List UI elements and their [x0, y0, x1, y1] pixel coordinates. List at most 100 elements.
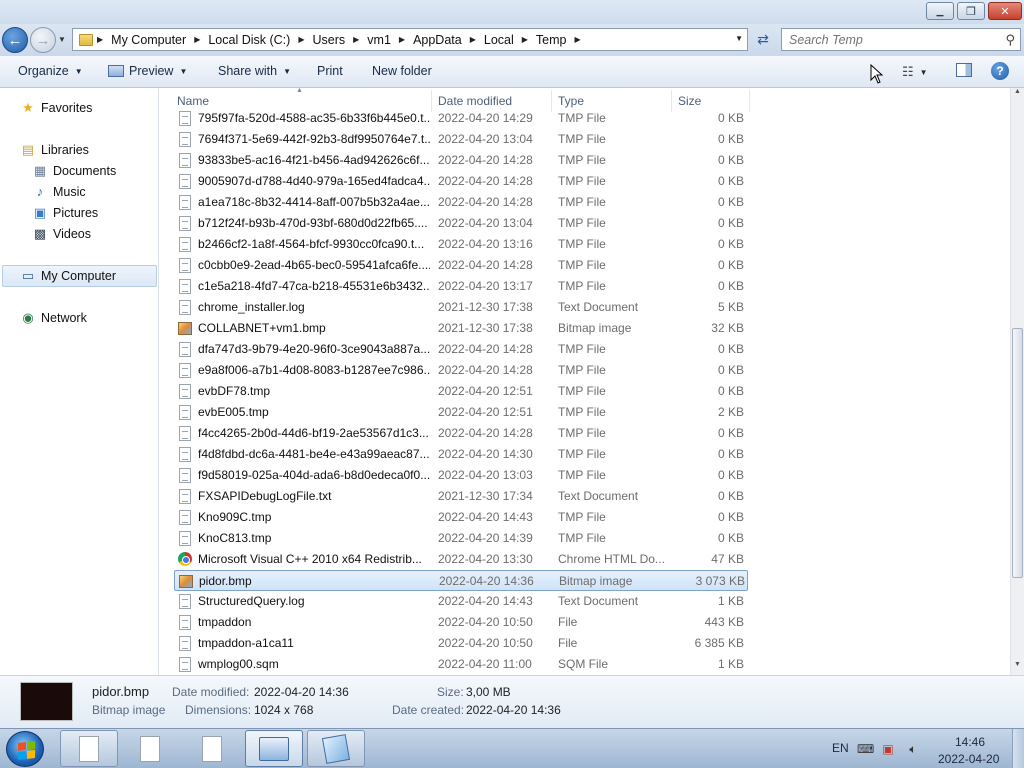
file-row[interactable]: e9a8f006-a7b1-4d08-8083-b1287ee7c986....… [174, 360, 748, 381]
breadcrumb-chevron-icon[interactable]: ▶ [190, 35, 204, 44]
keyboard-icon[interactable]: ⌨ [857, 742, 874, 756]
search-box[interactable]: ⚲ [781, 28, 1021, 51]
minimize-icon: ▁ [936, 5, 944, 16]
search-input[interactable] [789, 32, 999, 47]
column-size[interactable]: Size [678, 94, 701, 108]
scroll-down-icon[interactable]: ▼ [1011, 661, 1024, 675]
file-row[interactable]: evbE005.tmp 2022-04-20 12:51 TMP File 2 KB [174, 402, 748, 423]
nav-item-documents[interactable]: ▦ Documents [32, 163, 116, 179]
address-history-dropdown-icon[interactable]: ▼ [735, 34, 743, 43]
breadcrumb-chevron-icon[interactable]: ▶ [93, 35, 107, 44]
file-row[interactable]: tmpaddon-a1ca11 2022-04-20 10:50 File 6 385… [174, 633, 748, 654]
file-row[interactable]: KnoC813.tmp 2022-04-20 14:39 TMP File 0 KB [174, 528, 748, 549]
start-button[interactable] [6, 731, 44, 767]
file-row[interactable]: b712f24f-b93b-470d-93bf-680d0d22fb65....… [174, 213, 748, 234]
search-icon[interactable]: ⚲ [1005, 32, 1015, 48]
share-with-button[interactable]: Share with ▼ [218, 64, 291, 78]
breadcrumb-chevron-icon[interactable]: ▶ [571, 35, 585, 44]
column-divider[interactable] [749, 90, 750, 112]
recent-pages-dropdown-icon[interactable]: ▼ [58, 35, 66, 44]
breadcrumb-vm1[interactable]: vm1 [363, 29, 395, 50]
help-icon: ? [991, 62, 1009, 80]
breadcrumb-chevron-icon[interactable]: ▶ [349, 35, 363, 44]
preview-button[interactable]: Preview ▼ [108, 64, 187, 78]
file-row[interactable]: 795f97fa-520d-4588-ac35-6b33f6b445e0.t..… [174, 108, 748, 129]
show-desktop-button[interactable] [1012, 729, 1024, 768]
clock-time[interactable]: 14:46 [955, 735, 985, 749]
print-button[interactable]: Print [317, 64, 343, 78]
help-button[interactable]: ? [991, 62, 1009, 80]
taskbar-item-1[interactable] [60, 730, 118, 767]
file-row[interactable]: a1ea718c-8b32-4414-8aff-007b5b32a4ae....… [174, 192, 748, 213]
breadcrumb-appdata[interactable]: AppData [409, 29, 466, 50]
taskbar-item-explorer[interactable] [245, 730, 303, 767]
clock-date[interactable]: 2022-04-20 [938, 752, 999, 766]
file-row[interactable]: 9005907d-d788-4d40-979a-165ed4fadca4... 2… [174, 171, 748, 192]
nav-item-network[interactable]: ◉ Network [20, 310, 87, 326]
nav-item-my-computer[interactable]: ▭ My Computer [20, 268, 116, 284]
file-name: f4cc4265-2b0d-44d6-bf19-2ae53567d1c3.... [198, 426, 430, 440]
breadcrumb-chevron-icon[interactable]: ▶ [518, 35, 532, 44]
scroll-up-icon[interactable]: ▲ [1011, 88, 1024, 102]
file-row[interactable]: dfa747d3-9b79-4e20-96f0-3ce9043a887a....… [174, 339, 748, 360]
file-row[interactable]: f4cc4265-2b0d-44d6-bf19-2ae53567d1c3....… [174, 423, 748, 444]
nav-item-libraries[interactable]: ▤ Libraries [20, 142, 89, 158]
file-name: c1e5a218-4fd7-47ca-b218-45531e6b3432.... [198, 279, 430, 293]
forward-button[interactable]: → [30, 27, 56, 53]
file-type: TMP File [558, 426, 606, 440]
network-disconnected-icon[interactable]: ▣ [881, 742, 895, 756]
file-row[interactable]: Kno909C.tmp 2022-04-20 14:43 TMP File 0 KB [174, 507, 748, 528]
breadcrumb-my-computer[interactable]: My Computer [107, 29, 190, 50]
file-row[interactable]: wmplog00.sqm 2022-04-20 11:00 SQM File 1 KB [174, 654, 748, 675]
vertical-scrollbar[interactable]: ▲ ▼ [1010, 88, 1024, 675]
file-row[interactable]: f9d58019-025a-404d-ada6-b8d0edeca0f0....… [174, 465, 748, 486]
breadcrumb-local[interactable]: Local [480, 29, 518, 50]
speaker-icon[interactable]: 🔈︎ [906, 742, 920, 756]
file-row[interactable]: chrome_installer.log 2021-12-30 17:38 Text… [174, 297, 748, 318]
column-type[interactable]: Type [558, 94, 584, 108]
file-row[interactable]: tmpaddon 2022-04-20 10:50 File 443 KB [174, 612, 748, 633]
breadcrumb-chevron-icon[interactable]: ▶ [294, 35, 308, 44]
file-row[interactable]: c1e5a218-4fd7-47ca-b218-45531e6b3432....… [174, 276, 748, 297]
file-size: 0 KB [717, 132, 744, 146]
column-date-modified[interactable]: Date modified [438, 94, 512, 108]
file-row[interactable]: StructuredQuery.log 2022-04-20 14:43 Text … [174, 591, 748, 612]
file-row[interactable]: 93833be5-ac16-4f21-b456-4ad942626c6f....… [174, 150, 748, 171]
breadcrumb-temp[interactable]: Temp [532, 29, 571, 50]
nav-item-label: Libraries [41, 143, 89, 157]
back-button[interactable]: ← [2, 27, 28, 53]
file-row[interactable]: COLLABNET+vm1.bmp 2021-12-30 17:38 Bitmap … [174, 318, 748, 339]
maximize-button[interactable]: ❐ [957, 2, 985, 20]
organize-button[interactable]: Organize ▼ [18, 64, 83, 78]
taskbar-item-notepad[interactable] [307, 730, 365, 767]
nav-item-videos[interactable]: ▩ Videos [32, 226, 91, 242]
file-row[interactable]: f4d8fdbd-dc6a-4481-be4e-e43a99aeac87....… [174, 444, 748, 465]
file-row[interactable]: FXSAPIDebugLogFile.txt 2021-12-30 17:34 Te… [174, 486, 748, 507]
close-button[interactable]: ✕ [988, 2, 1022, 20]
language-indicator[interactable]: EN [832, 741, 849, 755]
file-row[interactable]: b2466cf2-1a8f-4564-bfcf-9930cc0fca90.t..… [174, 234, 748, 255]
nav-item-music[interactable]: ♪ Music [32, 184, 86, 200]
breadcrumb-chevron-icon[interactable]: ▶ [466, 35, 480, 44]
column-name[interactable]: Name [177, 94, 209, 108]
breadcrumb-chevron-icon[interactable]: ▶ [395, 35, 409, 44]
preview-label: Preview [129, 64, 174, 78]
file-row[interactable]: pidor.bmp 2022-04-20 14:36 Bitmap image 3 0… [174, 570, 748, 591]
preview-pane-button[interactable] [956, 63, 972, 77]
address-bar[interactable]: ▶ My Computer ▶ Local Disk (C:) ▶ Users … [72, 28, 748, 51]
new-folder-button[interactable]: New folder [372, 64, 432, 78]
breadcrumb-users[interactable]: Users [308, 29, 349, 50]
file-row[interactable]: c0cbb0e9-2ead-4b65-bec0-59541afca6fe....… [174, 255, 748, 276]
breadcrumb-local-disk[interactable]: Local Disk (C:) [204, 29, 294, 50]
scroll-thumb[interactable] [1012, 328, 1023, 578]
nav-item-pictures[interactable]: ▣ Pictures [32, 205, 98, 221]
taskbar-item-3[interactable] [183, 730, 241, 767]
file-row[interactable]: evbDF78.tmp 2022-04-20 12:51 TMP File 0 KB [174, 381, 748, 402]
minimize-button[interactable]: ▁ [926, 2, 954, 20]
file-row[interactable]: 7694f371-5e69-442f-92b3-8df9950764e7.t..… [174, 129, 748, 150]
refresh-button[interactable]: ⇄ [752, 28, 774, 51]
nav-item-favorites[interactable]: ★ Favorites [20, 100, 92, 116]
taskbar-item-2[interactable] [121, 730, 179, 767]
change-view-button[interactable]: ☷ ▼ [902, 64, 928, 80]
file-row[interactable]: Microsoft Visual C++ 2010 x64 Redistrib.… [174, 549, 748, 570]
